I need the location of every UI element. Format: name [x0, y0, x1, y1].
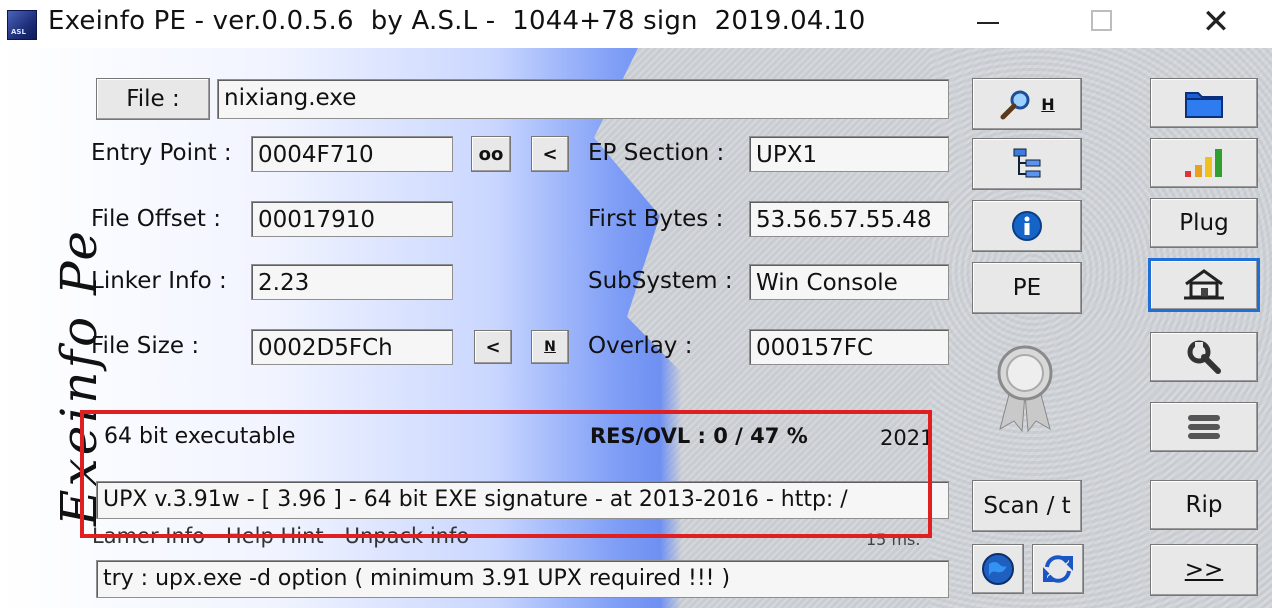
n-button[interactable]: N	[531, 330, 569, 364]
main-panel: Exeinfo Pe File : nixiang.exe Entry Poin…	[0, 48, 1272, 608]
file-size-field[interactable]: 0002D5FCh	[251, 329, 453, 365]
linker-info-label: Linker Info :	[91, 268, 227, 294]
close-button[interactable]: ✕	[1186, 0, 1246, 46]
entry-point-label: Entry Point :	[91, 140, 232, 166]
file-button-label: File :	[126, 86, 180, 112]
overlay-field[interactable]: 000157FC	[749, 329, 949, 365]
file-offset-label: File Offset :	[91, 206, 221, 232]
search-button[interactable]: H	[972, 78, 1082, 130]
search-h-label: H	[1041, 94, 1055, 114]
plug-button[interactable]: Plug	[1150, 198, 1258, 248]
overlay-label: Overlay :	[588, 333, 693, 359]
globe-button[interactable]	[972, 544, 1024, 594]
first-bytes-label: First Bytes :	[588, 206, 724, 232]
entry-point-field[interactable]: 0004F710	[251, 136, 453, 172]
info-button[interactable]	[972, 200, 1082, 252]
search-icon	[999, 88, 1033, 120]
rip-label: Rip	[1185, 492, 1223, 518]
refresh-button[interactable]	[1032, 544, 1084, 594]
wrench-icon	[1186, 340, 1222, 374]
linker-info-field[interactable]: 2.23	[251, 264, 453, 300]
title-bar: ASL Exeinfo PE - ver.0.0.5.6 by A.S.L - …	[0, 0, 1272, 48]
rip-button[interactable]: Rip	[1150, 480, 1258, 530]
hint-field[interactable]: try : upx.exe -d option ( minimum 3.91 U…	[96, 560, 949, 598]
scan-button[interactable]: Scan / t	[972, 480, 1082, 532]
menu-list-icon	[1186, 411, 1222, 443]
stats-button[interactable]	[1150, 138, 1258, 188]
size-back-button[interactable]: <	[474, 330, 512, 364]
oo-button[interactable]: oo	[471, 136, 511, 172]
menu-button[interactable]	[1150, 402, 1258, 452]
app-icon-text: ASL	[11, 28, 26, 36]
section-tree-button[interactable]	[972, 138, 1082, 190]
file-size-label: File Size :	[91, 333, 200, 359]
ep-back-button[interactable]: <	[531, 136, 569, 172]
tree-icon	[1012, 147, 1042, 181]
highlight-box	[80, 410, 932, 538]
window-title: Exeinfo PE - ver.0.0.5.6 by A.S.L - 1044…	[48, 6, 866, 36]
folder-icon	[1184, 87, 1224, 119]
ep-section-field[interactable]: UPX1	[749, 136, 949, 172]
tools-button[interactable]	[1150, 332, 1258, 382]
globe-icon	[981, 552, 1015, 586]
next-button[interactable]: >>	[1150, 544, 1258, 596]
file-button[interactable]: File :	[96, 78, 210, 120]
refresh-icon	[1041, 552, 1075, 586]
info-icon	[1011, 210, 1043, 242]
minimize-button[interactable]	[958, 0, 1018, 46]
ep-section-label: EP Section :	[588, 140, 725, 166]
open-folder-button[interactable]	[1150, 78, 1258, 128]
app-icon[interactable]: ASL	[7, 10, 37, 40]
award-ribbon-icon	[990, 343, 1060, 433]
subsystem-field[interactable]: Win Console	[749, 264, 949, 300]
next-label: >>	[1184, 557, 1224, 583]
home-button[interactable]	[1148, 258, 1260, 312]
home-icon	[1182, 268, 1226, 302]
pe-button[interactable]: PE	[972, 262, 1082, 314]
plug-label: Plug	[1179, 210, 1229, 236]
file-path-field[interactable]: nixiang.exe	[217, 79, 949, 119]
maximize-button[interactable]	[1071, 0, 1131, 46]
subsystem-label: SubSystem :	[588, 268, 733, 294]
file-offset-field[interactable]: 00017910	[251, 201, 453, 237]
bar-chart-icon	[1183, 147, 1225, 179]
first-bytes-field[interactable]: 53.56.57.55.48	[749, 201, 949, 237]
